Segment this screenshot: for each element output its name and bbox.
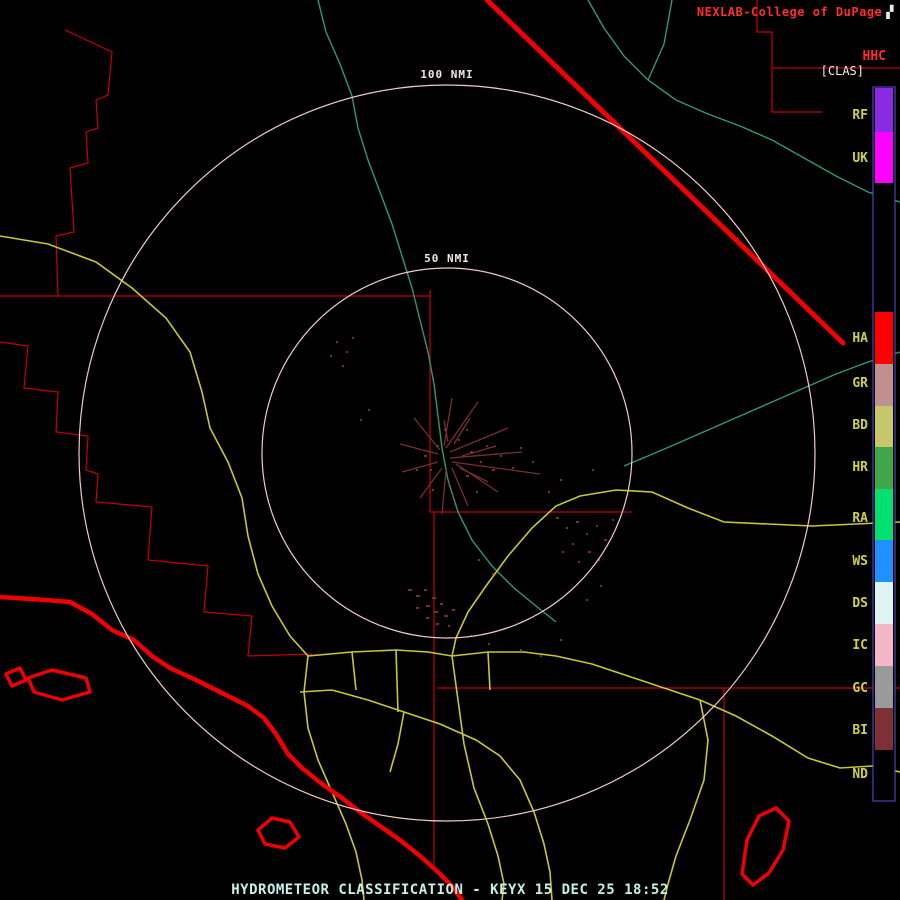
echo-speckles	[330, 338, 614, 656]
legend-label-hr: HR	[852, 460, 868, 475]
legend-swatch-ha	[875, 312, 893, 364]
legend-swatch-ra	[875, 489, 893, 540]
legend-label-gc: GC	[852, 681, 868, 696]
legend-swatch-bd	[875, 406, 893, 447]
cod-logo-icon: ▞	[886, 5, 894, 19]
legend-label-gr: GR	[852, 376, 868, 391]
product-code: HHC	[863, 49, 886, 64]
legend-swatch-bi	[875, 708, 893, 750]
coastline	[0, 597, 462, 900]
legend-label-ic: IC	[852, 638, 868, 653]
status-bar: HYDROMETEOR CLASSIFICATION - KEYX 15 DEC…	[0, 882, 900, 898]
brand-text: NEXLAB-College of DuPage	[697, 5, 882, 19]
range-ring-label-50: 50 NMI	[424, 252, 470, 265]
legend-swatch-ic	[875, 624, 893, 666]
legend-swatch-nd	[875, 750, 893, 800]
range-ring-label-100: 100 NMI	[420, 68, 473, 81]
range-ring-50	[262, 268, 632, 638]
product-tag: [CLAS]	[821, 64, 864, 78]
radar-display: 100 NMI 50 NMI NEXLAB-College of DuPage ▞…	[0, 0, 900, 900]
radar-map[interactable]: 100 NMI 50 NMI	[0, 0, 900, 900]
legend-label-ds: DS	[852, 596, 868, 611]
legend-swatch-gr	[875, 364, 893, 406]
highway-lines	[0, 236, 900, 900]
highway	[0, 236, 900, 900]
county-lines	[0, 0, 900, 900]
legend-label-ha: HA	[852, 331, 868, 346]
legend-label-bd: BD	[852, 418, 868, 433]
legend-swatch-hr	[875, 447, 893, 489]
range-rings	[79, 85, 815, 821]
legend-swatch-ws	[875, 540, 893, 582]
radar-echoes	[330, 338, 614, 656]
legend-swatch-ds	[875, 582, 893, 624]
range-ring-100	[79, 85, 815, 821]
legend-label-bi: BI	[852, 723, 868, 738]
legend-label-ra: RA	[852, 511, 868, 526]
legend-label-uk: UK	[852, 151, 868, 166]
state-boundary	[487, 0, 843, 343]
legend-label-nd: ND	[852, 767, 868, 782]
legend-swatch-gc	[875, 666, 893, 708]
legend-panel: RF UK HA GR BD HR RA WS DS IC GC BI ND	[838, 85, 900, 805]
echo-streaks	[400, 398, 540, 514]
county-line	[0, 0, 900, 900]
legend-swatch-rf	[875, 88, 893, 132]
site-brand: NEXLAB-College of DuPage ▞	[697, 5, 894, 19]
legend-swatch-uk	[875, 132, 893, 183]
legend-label-ws: WS	[852, 554, 868, 569]
legend-label-rf: RF	[852, 108, 868, 123]
